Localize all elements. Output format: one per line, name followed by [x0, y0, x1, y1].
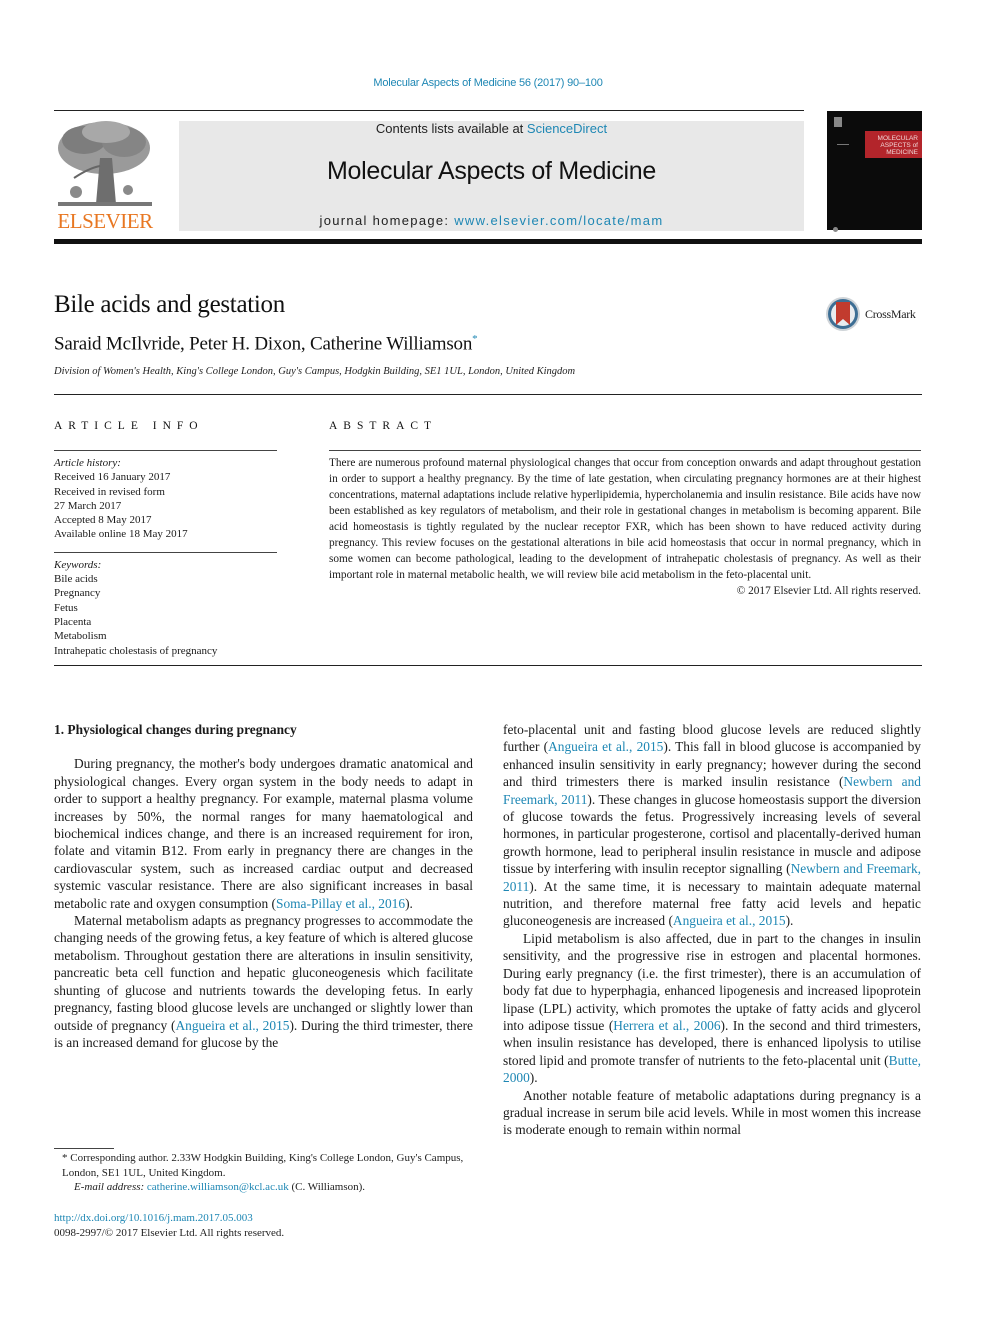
history-item: Received 16 January 2017: [54, 471, 171, 484]
keyword-item: Bile acids: [54, 573, 98, 586]
homepage-link[interactable]: www.elsevier.com/locate/mam: [454, 213, 663, 228]
crossmark-icon: [826, 297, 860, 331]
body-paragraph: Another notable feature of metabolic ada…: [503, 1087, 921, 1139]
citation-link[interactable]: Soma-Pillay et al., 2016: [276, 896, 405, 911]
keywords-list: Keywords: Bile acids Pregnancy Fetus Pla…: [54, 558, 277, 658]
cover-divider: [837, 144, 849, 145]
section-heading: 1. Physiological changes during pregnanc…: [54, 722, 297, 737]
elsevier-wordmark: ELSEVIER: [57, 209, 153, 233]
author-affiliation: Division of Women's Health, King's Colle…: [54, 366, 576, 377]
keyword-item: Intrahepatic cholestasis of pregnancy: [54, 644, 218, 657]
contents-prefix: Contents lists available at: [375, 121, 527, 136]
body-paragraph: feto-placental unit and fasting blood gl…: [503, 721, 921, 930]
keywords-divider: [54, 551, 277, 553]
homepage-prefix: journal homepage:: [319, 213, 455, 228]
email-label: E-mail address:: [74, 1181, 147, 1193]
body-paragraph: During pregnancy, the mother's body unde…: [54, 755, 473, 912]
abstract-copyright: © 2017 Elsevier Ltd. All rights reserved…: [736, 585, 921, 597]
cover-publisher-mark-icon: [834, 117, 842, 127]
left-paragraphs: During pregnancy, the mother's body unde…: [54, 755, 473, 1051]
abstract-heading: ABSTRACT: [329, 420, 438, 432]
journal-masthead: Contents lists available at ScienceDirec…: [179, 121, 804, 231]
keyword-item: Pregnancy: [54, 587, 101, 600]
article-info-heading: ARTICLE INFO: [54, 420, 204, 432]
right-paragraphs: feto-placental unit and fasting blood gl…: [503, 721, 921, 1139]
elsevier-logo[interactable]: ELSEVIER: [54, 118, 156, 234]
abstract-end-divider: [54, 665, 922, 666]
history-label: Article history:: [54, 457, 121, 469]
paragraph-text: ).: [405, 895, 413, 911]
paragraph-text: ).: [785, 913, 794, 929]
journal-homepage: journal homepage: www.elsevier.com/locat…: [179, 213, 804, 228]
body-paragraph: Lipid metabolism is also affected, due i…: [503, 930, 921, 1087]
abstract-text: There are numerous profound maternal phy…: [329, 457, 921, 581]
elsevier-tree-icon: [58, 121, 152, 206]
cover-title-band: MOLECULAR ASPECTS of MEDICINE: [865, 131, 922, 158]
history-item: Received in revised form: [54, 485, 165, 498]
cover-title-line: MOLECULAR: [877, 135, 918, 142]
author-list: Saraid McIlvride, Peter H. Dixon, Cather…: [54, 333, 478, 355]
article-history: Article history: Received 16 January 201…: [54, 456, 277, 542]
journal-title: Molecular Aspects of Medicine: [327, 157, 656, 185]
footnote-text: Corresponding author. 2.33W Hodgkin Buil…: [62, 1152, 464, 1179]
body-column-right: feto-placental unit and fasting blood gl…: [503, 721, 921, 1139]
keyword-item: Fetus: [54, 601, 78, 614]
doi-link[interactable]: http://dx.doi.org/10.1016/j.mam.2017.05.…: [54, 1211, 284, 1226]
body-paragraph: Maternal metabolism adapts as pregnancy …: [54, 912, 473, 1051]
keywords-label: Keywords:: [54, 558, 102, 571]
corresponding-author-footnote: * Corresponding author. 2.33W Hodgkin Bu…: [54, 1151, 473, 1195]
article-title: Bile acids and gestation: [54, 291, 285, 318]
email-suffix: (C. Williamson).: [288, 1181, 366, 1193]
journal-cover-thumbnail[interactable]: MOLECULAR ASPECTS of MEDICINE: [827, 111, 922, 232]
cover-title-line: ASPECTS of: [880, 142, 918, 149]
citation-link[interactable]: Herrera et al., 2006: [613, 1018, 720, 1033]
citation-link[interactable]: Angueira et al., 2015: [175, 1018, 289, 1033]
cover-title-line: MEDICINE: [886, 149, 918, 156]
sciencedirect-link[interactable]: ScienceDirect: [527, 121, 607, 136]
journal-reference-link[interactable]: Molecular Aspects of Medicine 56 (2017) …: [0, 77, 976, 89]
issn-copyright: 0098-2997/© 2017 Elsevier Ltd. All right…: [54, 1227, 285, 1239]
email-link[interactable]: catherine.williamson@kcl.ac.uk: [147, 1181, 289, 1193]
header-divider: [54, 110, 804, 111]
history-item: Accepted 8 May 2017: [54, 514, 152, 527]
history-item: 27 March 2017: [54, 499, 122, 512]
body-column-left: 1. Physiological changes during pregnanc…: [54, 721, 473, 1051]
doi-block: http://dx.doi.org/10.1016/j.mam.2017.05.…: [54, 1211, 284, 1241]
crossmark-button[interactable]: CrossMark: [825, 296, 916, 332]
corresponding-author-marker[interactable]: *: [472, 333, 478, 345]
history-item: Available online 18 May 2017: [54, 528, 188, 541]
abstract-panel: ABSTRACT There are numerous profound mat…: [329, 420, 921, 599]
header-thick-divider: [54, 239, 922, 244]
keyword-item: Metabolism: [54, 630, 107, 643]
abstract-divider: [329, 450, 921, 451]
article-info-panel: ARTICLE INFO Article history: Received 1…: [54, 420, 277, 666]
crossmark-label: CrossMark: [865, 306, 916, 321]
footnote-divider: [54, 1148, 114, 1149]
paragraph-text: Maternal metabolism adapts as pregnancy …: [54, 913, 473, 1033]
paragraph-text: ).: [529, 1070, 538, 1086]
paragraph-text: During pregnancy, the mother's body unde…: [54, 756, 473, 911]
keyword-item: Placenta: [54, 615, 92, 628]
citation-link[interactable]: Angueira et al., 2015: [548, 739, 663, 754]
paragraph-text: Another notable feature of metabolic ada…: [503, 1087, 921, 1138]
article-info-divider: [54, 450, 277, 451]
citation-link[interactable]: Angueira et al., 2015: [673, 913, 786, 928]
cover-footer-logo-icon: [833, 219, 873, 232]
contents-availability: Contents lists available at ScienceDirec…: [179, 121, 804, 136]
title-divider: [54, 394, 922, 395]
author-names[interactable]: Saraid McIlvride, Peter H. Dixon, Cather…: [54, 333, 472, 354]
